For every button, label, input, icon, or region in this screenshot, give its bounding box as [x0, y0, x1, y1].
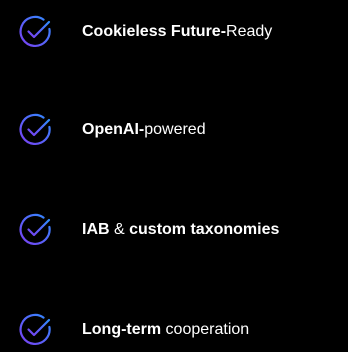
feature-list: Cookieless Future-Ready OpenAI-powered I… [0, 0, 348, 352]
feature-text-regular: powered [144, 121, 206, 138]
check-circle-icon [19, 313, 51, 346]
feature-text: OpenAI-powered [82, 121, 206, 139]
check-circle-icon [19, 213, 51, 246]
feature-text-bold: IAB [82, 221, 110, 238]
feature-item-cookieless: Cookieless Future-Ready [18, 12, 272, 52]
feature-text-bold: OpenAI- [82, 121, 145, 138]
feature-text-bold: Cookieless Future- [82, 23, 227, 40]
feature-text: IAB & custom taxonomies [82, 221, 279, 239]
feature-item-taxonomies: IAB & custom taxonomies [18, 210, 279, 250]
feature-text: Cookieless Future-Ready [82, 23, 272, 41]
feature-text-regular: Ready [226, 23, 273, 40]
check-circle-icon [19, 113, 51, 146]
feature-text-regular: cooperation [161, 321, 250, 338]
feature-text: Long-term cooperation [82, 321, 249, 339]
feature-text-bold: Long-term [82, 321, 162, 338]
feature-item-openai: OpenAI-powered [18, 110, 206, 150]
feature-text-regular: & [109, 221, 130, 238]
feature-item-cooperation: Long-term cooperation [18, 310, 249, 350]
feature-text-bold: custom taxonomies [129, 221, 280, 238]
check-circle-icon [19, 15, 51, 48]
